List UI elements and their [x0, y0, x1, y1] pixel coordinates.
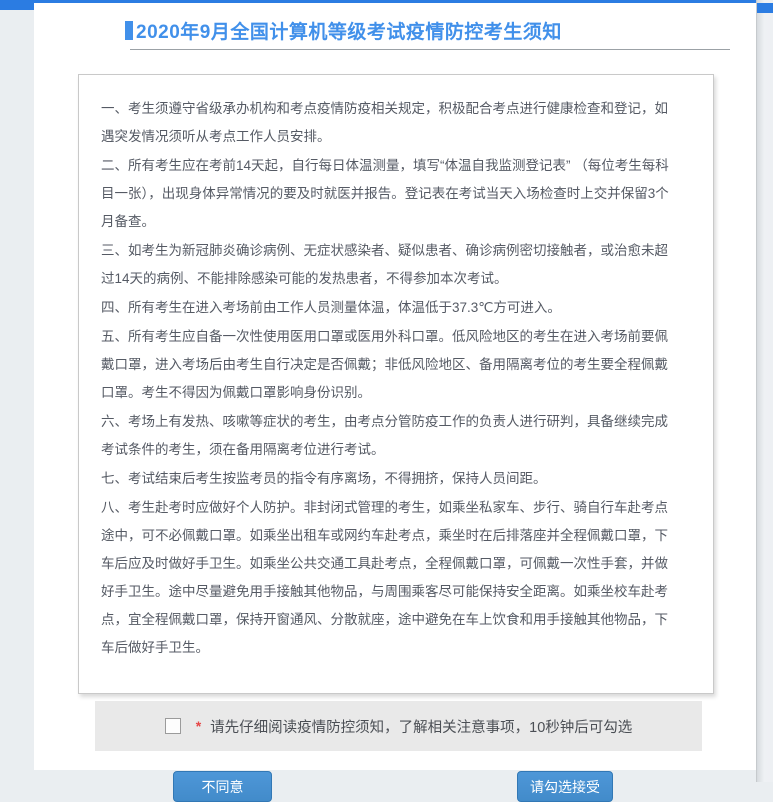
consent-checkbox[interactable]: [165, 718, 181, 734]
notice-paragraph-3: 三、如考生为新冠肺炎确诊病例、无症状感染者、疑似患者、确诊病例密切接触者，或治愈…: [101, 237, 679, 293]
page-title: 2020年9月全国计算机等级考试疫情防控考生须知: [136, 17, 562, 44]
notice-paragraph-1: 一、考生须遵守省级承办机构和考点疫情防疫相关规定，积极配合考点进行健康检查和登记…: [101, 95, 679, 151]
notice-paragraph-2: 二、所有考生应在考前14天起，自行每日体温测量，填写“体温自我监测登记表” （每…: [101, 152, 679, 236]
scrollbar-track[interactable]: [756, 0, 773, 782]
notice-paragraph-4: 四、所有考生在进入考场前由工作人员测量体温，体温低于37.3℃方可进入。: [101, 294, 679, 322]
notice-paragraph-7: 七、考试结束后考生按监考员的指令有序离场，不得拥挤，保持人员间距。: [101, 465, 679, 493]
main-card: 2020年9月全国计算机等级考试疫情防控考生须知 一、考生须遵守省级承办机构和考…: [34, 3, 756, 770]
consent-bar: * 请先仔细阅读疫情防控须知，了解相关注意事项，10秒钟后可勾选: [95, 701, 702, 751]
consent-label: 请先仔细阅读疫情防控须知，了解相关注意事项，10秒钟后可勾选: [210, 716, 632, 737]
notice-paragraph-5: 五、所有考生应自备一次性使用医用口罩或医用外科口罩。低风险地区的考生在进入考场前…: [101, 323, 679, 407]
button-row: 不同意 请勾选接受: [173, 771, 613, 802]
title-marker: [125, 21, 133, 40]
notice-paragraph-8: 八、考生赴考时应做好个人防护。非封闭式管理的考生，如乘坐私家车、步行、骑自行车赴…: [101, 494, 679, 662]
title-divider: [130, 49, 730, 50]
required-asterisk: *: [196, 718, 201, 734]
accept-button[interactable]: 请勾选接受: [517, 771, 613, 802]
scrollbar-thumb[interactable]: [757, 3, 773, 13]
notice-paragraph-6: 六、考场上有发热、咳嗽等症状的考生，由考点分管防疫工作的负责人进行研判，具备继续…: [101, 408, 679, 464]
page-header: 2020年9月全国计算机等级考试疫情防控考生须知: [125, 3, 756, 44]
disagree-button[interactable]: 不同意: [173, 771, 272, 802]
notice-box: 一、考生须遵守省级承办机构和考点疫情防疫相关规定，积极配合考点进行健康检查和登记…: [78, 74, 714, 694]
